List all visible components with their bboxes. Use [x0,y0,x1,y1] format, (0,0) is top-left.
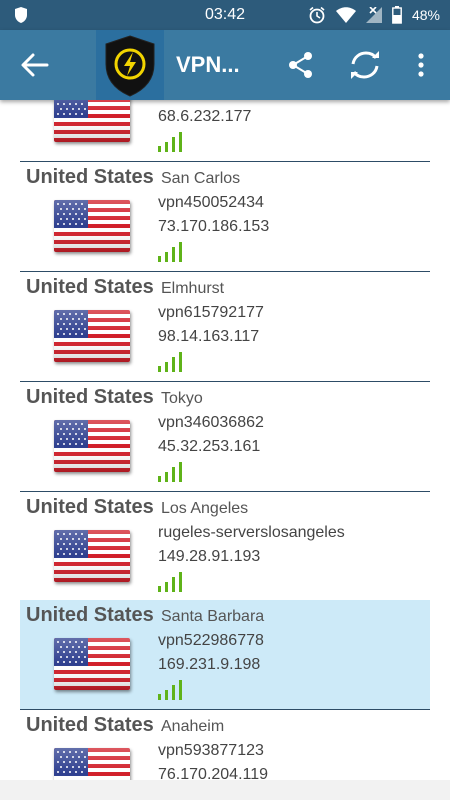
us-flag-icon [54,530,130,582]
signal-strength-icon [158,242,184,262]
signal-strength-icon [158,680,184,700]
signal-strength-icon [158,352,184,372]
server-list: 68.6.232.177 United States San Carlos vp… [0,100,450,780]
server-row[interactable]: United States Los Angeles rugeles-server… [20,492,430,602]
server-host: vpn615792177 [158,304,264,321]
server-host: rugeles-serverslosangeles [158,524,345,541]
app-bar: VPN... [0,30,450,100]
us-flag-icon [54,748,130,780]
signal-strength-icon [158,462,184,482]
wifi-icon [335,7,356,23]
server-city: Santa Barbara [161,608,265,625]
server-host: vpn522986778 [158,632,264,649]
shield-lightning-icon [105,35,155,97]
app-title: VPN... [176,52,240,77]
server-city: San Carlos [161,170,241,187]
cell-signal-icon [365,7,382,23]
server-country: United States [26,604,154,626]
server-host: vpn593877123 [158,742,264,759]
status-indicators: 48% [308,6,440,24]
server-row[interactable]: United States Elmhurst vpn615792177 98.1… [20,272,430,382]
overflow-menu-icon[interactable] [414,51,428,79]
server-ip: 149.28.91.193 [158,548,261,565]
us-flag-icon [54,100,130,142]
signal-strength-icon [158,572,184,592]
battery-icon [392,6,402,24]
server-ip: 68.6.232.177 [158,108,252,125]
server-host: vpn346036862 [158,414,264,431]
signal-strength-icon [158,132,184,152]
server-ip: 98.14.163.117 [158,328,260,345]
us-flag-icon [54,310,130,362]
status-bar: 03:42 48% [0,0,450,30]
server-row[interactable]: United States Tokyo vpn346036862 45.32.2… [20,382,430,492]
app-logo [96,30,164,100]
server-ip: 169.231.9.198 [158,656,261,673]
server-country: United States [26,276,154,298]
server-city: Elmhurst [161,280,225,297]
server-row[interactable]: 68.6.232.177 [20,100,430,162]
us-flag-icon [54,200,130,252]
server-country: United States [26,496,154,518]
server-ip: 73.170.186.153 [158,218,270,235]
server-country: United States [26,714,154,736]
back-arrow-icon[interactable] [20,51,50,79]
server-row[interactable]: United States San Carlos vpn450052434 73… [20,162,430,272]
refresh-icon[interactable] [348,51,382,79]
alarm-icon [309,6,325,24]
server-ip: 76.170.204.119 [158,766,269,780]
battery-percent: 48% [411,7,440,23]
server-city: Anaheim [161,718,225,735]
us-flag-icon [54,420,130,472]
server-city: Los Angeles [161,500,249,517]
us-flag-icon [54,638,130,690]
server-country: United States [26,386,154,408]
server-ip: 45.32.253.161 [158,438,261,455]
bottom-edge [0,780,450,800]
share-icon[interactable] [286,51,316,79]
server-host: vpn450052434 [158,194,264,211]
server-row-selected[interactable]: United States Santa Barbara vpn522986778… [20,600,430,710]
server-row[interactable]: United States Anaheim vpn593877123 76.17… [20,710,430,780]
server-city: Tokyo [161,390,203,407]
server-country: United States [26,166,154,188]
